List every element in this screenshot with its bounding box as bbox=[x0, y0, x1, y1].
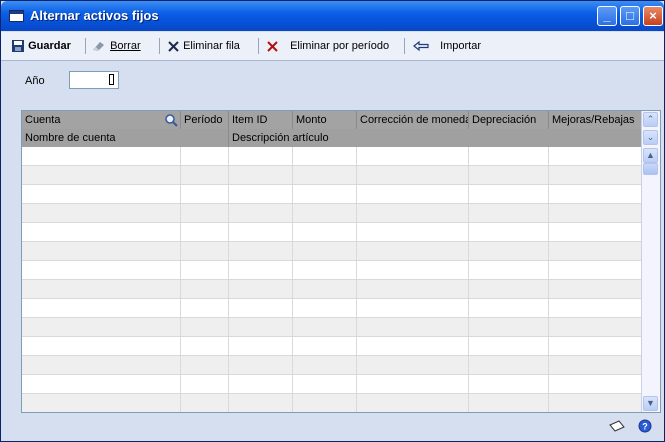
delete-row-button[interactable]: Eliminar fila bbox=[167, 38, 240, 54]
grid-header-row1: Cuenta Período Item ID Monto Corrección … bbox=[22, 111, 642, 129]
help-icon[interactable]: ? bbox=[638, 419, 652, 433]
window: Alternar activos fijos _ □ × Guardar Bor… bbox=[0, 0, 665, 442]
toolbar-separator bbox=[159, 38, 160, 54]
table-row[interactable] bbox=[22, 223, 642, 242]
maximize-button[interactable]: □ bbox=[620, 6, 640, 26]
col-item-description[interactable]: Descripción artículo bbox=[229, 129, 357, 147]
title-bar: Alternar activos fijos _ □ × bbox=[1, 1, 664, 31]
save-icon bbox=[12, 40, 24, 53]
vertical-scrollbar[interactable]: ⌃ ⌄ ▲ ▼ bbox=[641, 111, 660, 412]
year-input[interactable] bbox=[69, 71, 119, 89]
table-row[interactable] bbox=[22, 356, 642, 375]
column-divider bbox=[292, 147, 293, 412]
table-row[interactable] bbox=[22, 261, 642, 280]
table-row[interactable] bbox=[22, 204, 642, 223]
column-divider bbox=[548, 147, 549, 412]
collapse-rows-button[interactable]: ⌃ bbox=[643, 112, 658, 127]
import-button[interactable]: Importar bbox=[413, 38, 481, 54]
scroll-up-button[interactable]: ▲ bbox=[643, 148, 658, 163]
col-improvements[interactable]: Mejoras/Rebajas bbox=[549, 111, 642, 129]
col-currency-correction[interactable]: Corrección de moneda bbox=[357, 111, 469, 129]
lookup-magnifier-icon[interactable] bbox=[164, 113, 178, 127]
col-period[interactable]: Período bbox=[181, 111, 229, 129]
delete-by-period-label: Eliminar por período bbox=[290, 40, 390, 52]
col-account-label: Cuenta bbox=[25, 114, 61, 126]
import-arrow-icon bbox=[413, 40, 429, 52]
toolbar-separator bbox=[85, 38, 86, 54]
col-depreciation[interactable]: Depreciación bbox=[469, 111, 549, 129]
save-button[interactable]: Guardar bbox=[11, 38, 71, 54]
column-divider bbox=[180, 147, 181, 412]
table-row[interactable] bbox=[22, 299, 642, 318]
minimize-button[interactable]: _ bbox=[597, 6, 617, 26]
table-row[interactable] bbox=[22, 242, 642, 261]
delete-x-icon bbox=[168, 40, 179, 52]
col-item-id[interactable]: Item ID bbox=[229, 111, 293, 129]
text-cursor-icon bbox=[109, 74, 114, 85]
col-amount[interactable]: Monto bbox=[293, 111, 357, 129]
window-title: Alternar activos fijos bbox=[30, 8, 159, 23]
table-row[interactable] bbox=[22, 375, 642, 394]
col-account-name[interactable]: Nombre de cuenta bbox=[22, 129, 229, 147]
delete-by-period-button[interactable]: Eliminar por período bbox=[266, 38, 389, 54]
assets-grid: Cuenta Período Item ID Monto Corrección … bbox=[21, 110, 661, 413]
toolbar-separator bbox=[258, 38, 259, 54]
col-account[interactable]: Cuenta bbox=[22, 111, 181, 129]
window-icon bbox=[9, 10, 24, 22]
column-divider bbox=[468, 147, 469, 412]
scroll-thumb[interactable] bbox=[643, 163, 658, 175]
table-row[interactable] bbox=[22, 394, 642, 412]
svg-text:?: ? bbox=[642, 422, 648, 432]
eraser-icon bbox=[93, 42, 104, 52]
table-row[interactable] bbox=[22, 185, 642, 204]
toolbar-separator bbox=[404, 38, 405, 54]
table-row[interactable] bbox=[22, 318, 642, 337]
table-row[interactable] bbox=[22, 166, 642, 185]
save-label: Guardar bbox=[28, 40, 71, 52]
table-row[interactable] bbox=[22, 280, 642, 299]
expand-rows-button[interactable]: ⌄ bbox=[643, 130, 658, 145]
note-icon[interactable] bbox=[608, 419, 626, 433]
column-divider bbox=[356, 147, 357, 412]
toolbar: Guardar Borrar Eliminar fila Eliminar po… bbox=[1, 32, 664, 61]
clear-label: Borrar bbox=[110, 40, 141, 52]
table-row[interactable] bbox=[22, 337, 642, 356]
year-label: Año bbox=[25, 75, 45, 87]
column-divider bbox=[228, 147, 229, 412]
grid-header-row2: Nombre de cuenta Descripción artículo bbox=[22, 129, 642, 147]
table-row[interactable] bbox=[22, 147, 642, 166]
import-label: Importar bbox=[440, 40, 482, 52]
delete-row-label: Eliminar fila bbox=[183, 40, 240, 52]
delete-x-icon bbox=[267, 40, 278, 52]
clear-button[interactable]: Borrar bbox=[91, 38, 141, 54]
close-button[interactable]: × bbox=[643, 6, 663, 26]
scroll-down-button[interactable]: ▼ bbox=[643, 396, 658, 411]
